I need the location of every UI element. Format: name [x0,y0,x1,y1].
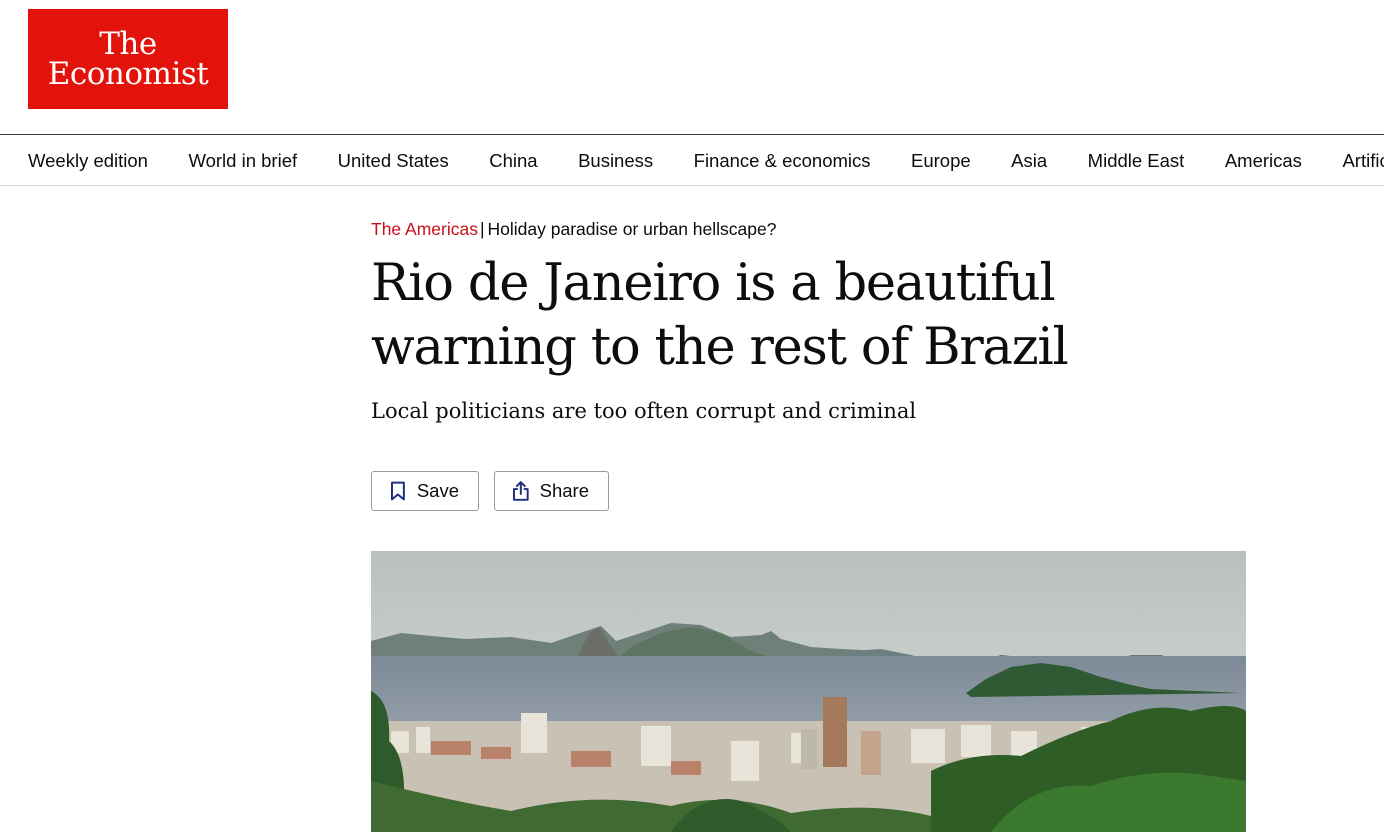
nav-item-finance-economics[interactable]: Finance & economics [694,150,871,172]
hero-image [371,551,1246,832]
rio-cityscape-illustration [371,551,1246,832]
flytitle-separator: | [479,219,485,239]
nav-item-china[interactable]: China [489,150,537,172]
economist-logo[interactable]: The Economist [28,9,228,109]
nav-item-europe[interactable]: Europe [911,150,971,172]
article-actions: Save Share [371,471,609,511]
article-rubric: Holiday paradise or urban hellscape? [487,219,777,239]
article-subheadline: Local politicians are too often corrupt … [371,399,917,423]
nav-item-artificial-intelligence[interactable]: Artific [1342,150,1384,172]
share-label: Share [539,480,589,501]
nav-item-business[interactable]: Business [578,150,653,172]
article-flytitle: The Americas | Holiday paradise or urban h… [371,219,776,240]
nav-item-world-in-brief[interactable]: World in brief [188,150,297,172]
nav-item-middle-east[interactable]: Middle East [1088,150,1185,172]
main-navigation: Weekly edition World in brief United Sta… [0,134,1384,186]
nav-item-weekly-edition[interactable]: Weekly edition [28,150,148,172]
nav-item-americas[interactable]: Americas [1225,150,1302,172]
save-label: Save [416,480,459,501]
nav-item-asia[interactable]: Asia [1011,150,1047,172]
nav-item-united-states[interactable]: United States [338,150,449,172]
share-icon [512,481,529,501]
share-button[interactable]: Share [494,471,609,511]
logo-line-1: The [99,25,157,62]
bookmark-icon [390,481,405,501]
site-header: The Economist [0,0,1384,135]
article-headline: Rio de Janeiro is a beautiful warning to… [371,254,1069,377]
logo-line-2: Economist [47,56,209,92]
save-button[interactable]: Save [371,471,479,511]
section-link[interactable]: The Americas [371,219,478,239]
